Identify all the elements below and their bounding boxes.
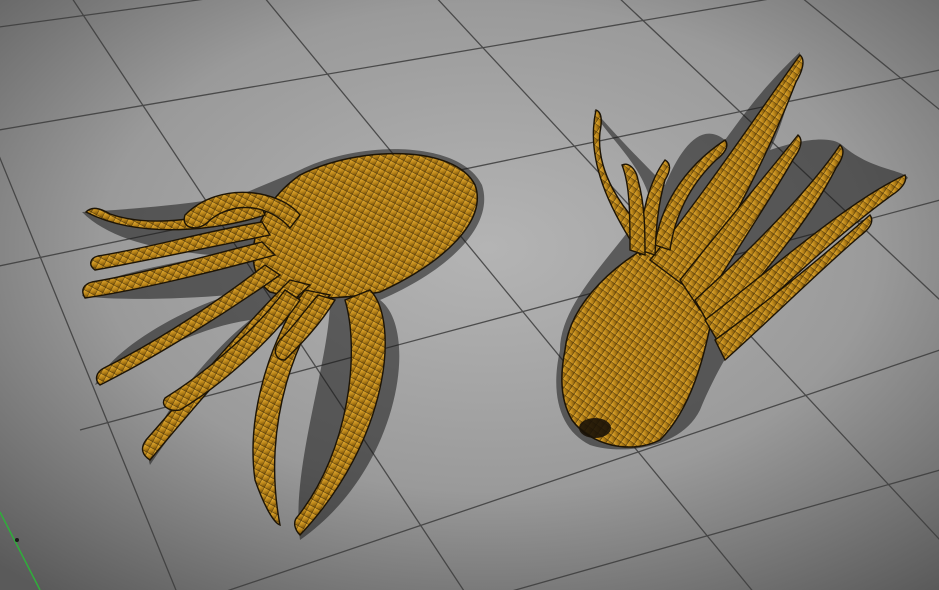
viewport-canvas[interactable] <box>0 0 939 590</box>
3d-viewport[interactable]: perspective <box>0 0 939 590</box>
mesh-right-mouth <box>579 418 611 438</box>
